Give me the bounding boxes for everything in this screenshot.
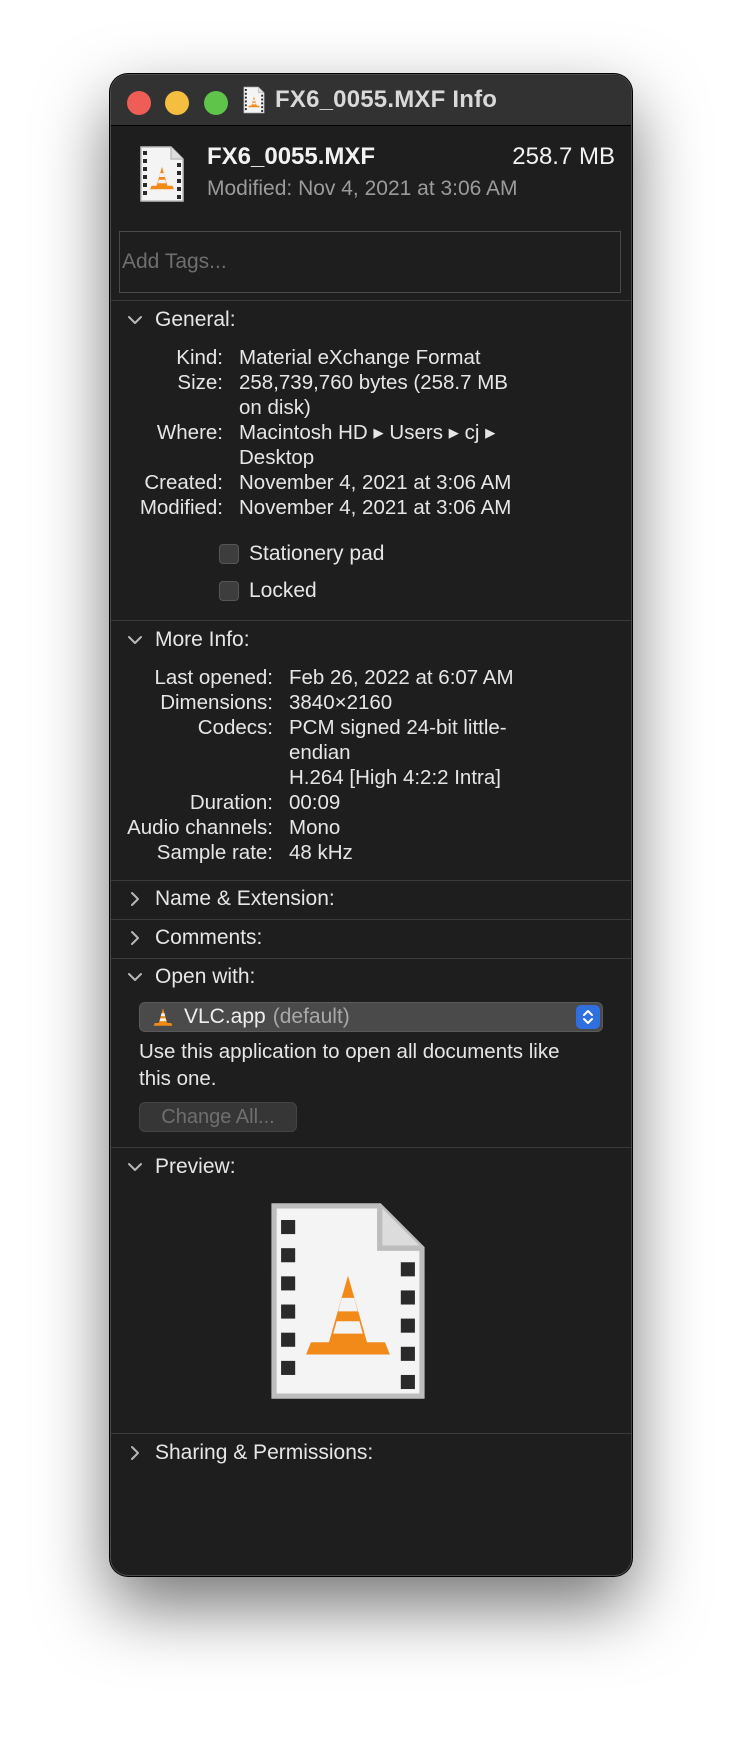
minimize-button[interactable] [165,91,189,115]
size-label: Size: [177,371,223,394]
codecs-value-cont: endian [289,741,351,764]
open-with-popup[interactable]: VLC.app (default) [139,1002,603,1032]
sample-rate-label: Sample rate: [156,841,273,864]
vlc-cone-icon [152,1006,174,1028]
codecs-label: Codecs: [197,716,273,739]
divider [111,1433,631,1434]
chevron-down-icon [125,630,145,650]
open-with-description: Use this application to open all documen… [139,1040,560,1090]
dimensions-value: 3840×2160 [289,691,393,714]
size-value-cont: on disk) [239,396,311,419]
chevron-right-icon [125,928,145,948]
sample-rate-value: 48 kHz [289,841,353,864]
file-name: FX6_0055.MXF [207,143,376,170]
window-title-group: FX6_0055.MXF Info [243,85,497,115]
close-button[interactable] [127,91,151,115]
where-label: Where: [156,421,223,444]
where-value-cont: Desktop [239,446,315,469]
divider [111,919,631,920]
chevron-down-icon [125,1157,145,1177]
audio-channels-value: Mono [289,816,341,839]
section-sharing-permissions-toggle[interactable]: Sharing & Permissions: [125,1438,373,1468]
section-general-title: General: [155,308,236,331]
created-label: Created: [144,471,223,494]
section-preview-title: Preview: [155,1155,236,1178]
title-bar[interactable]: FX6_0055.MXF Info [111,75,631,126]
last-opened-value: Feb 26, 2022 at 6:07 AM [289,666,514,689]
divider [111,1147,631,1148]
duration-value: 00:09 [289,791,341,814]
codecs-value-video: H.264 [High 4:2:2 Intra] [289,766,501,789]
up-down-arrows-icon [576,1005,600,1029]
section-name-extension-title: Name & Extension: [155,887,335,910]
created-value: November 4, 2021 at 3:06 AM [239,471,512,494]
stationery-pad-label: Stationery pad [249,542,385,565]
codecs-value: PCM signed 24-bit little- [289,716,507,739]
chevron-right-icon [125,889,145,909]
duration-label: Duration: [189,791,273,814]
section-sharing-permissions-title: Sharing & Permissions: [155,1441,374,1464]
chevron-down-icon [125,310,145,330]
locked-row[interactable]: Locked [219,579,317,603]
section-open-with-toggle[interactable]: Open with: [125,962,255,992]
file-summary: FX6_0055.MXF 258.7 MB Modified: Nov 4, 2… [111,125,631,215]
section-comments-title: Comments: [155,926,263,949]
open-with-default-tag: (default) [272,1005,350,1028]
stationery-pad-checkbox[interactable] [219,544,239,564]
stationery-pad-row[interactable]: Stationery pad [219,542,384,566]
modified-label: Modified: [207,177,293,200]
change-all-button[interactable]: Change All... [139,1102,297,1132]
divider [111,958,631,959]
audio-channels-label: Audio channels: [127,816,273,839]
locked-label: Locked [249,579,317,602]
size-value: 258,739,760 bytes (258.7 MB [239,371,508,394]
window-title: FX6_0055.MXF Info [275,86,498,113]
section-name-extension-toggle[interactable]: Name & Extension: [125,884,335,914]
info-window: FX6_0055.MXF Info FX6_0055.MXF 258.7 MB … [110,74,632,1576]
modified-line: Modified: Nov 4, 2021 at 3:06 AM [207,177,518,201]
vlc-document-preview-icon [267,1195,429,1407]
section-comments-toggle[interactable]: Comments: [125,923,262,953]
chevron-right-icon [125,1443,145,1463]
divider [111,880,631,881]
section-more-info-toggle[interactable]: More Info: [125,625,250,655]
section-open-with-title: Open with: [155,965,256,988]
vlc-document-icon [139,145,185,203]
dimensions-label: Dimensions: [160,691,273,714]
section-preview-toggle[interactable]: Preview: [125,1152,236,1182]
chevron-down-icon [125,967,145,987]
modified-row-label: Modified: [139,496,223,519]
vlc-document-icon [243,86,265,114]
open-with-app: VLC.app [184,1005,266,1028]
section-general-toggle[interactable]: General: [125,305,236,335]
divider [111,300,631,301]
modified-row-value: November 4, 2021 at 3:06 AM [239,496,512,519]
tags-input[interactable] [119,231,621,293]
kind-value: Material eXchange Format [239,346,481,369]
divider [111,620,631,621]
locked-checkbox[interactable] [219,581,239,601]
modified-value: Nov 4, 2021 at 3:06 AM [298,177,518,200]
where-value: Macintosh HD ▸ Users ▸ cj ▸ [239,421,496,444]
last-opened-label: Last opened: [154,666,273,689]
zoom-button[interactable] [204,91,228,115]
section-more-info-title: More Info: [155,628,250,651]
file-size: 258.7 MB [512,143,615,170]
kind-label: Kind: [176,346,223,369]
